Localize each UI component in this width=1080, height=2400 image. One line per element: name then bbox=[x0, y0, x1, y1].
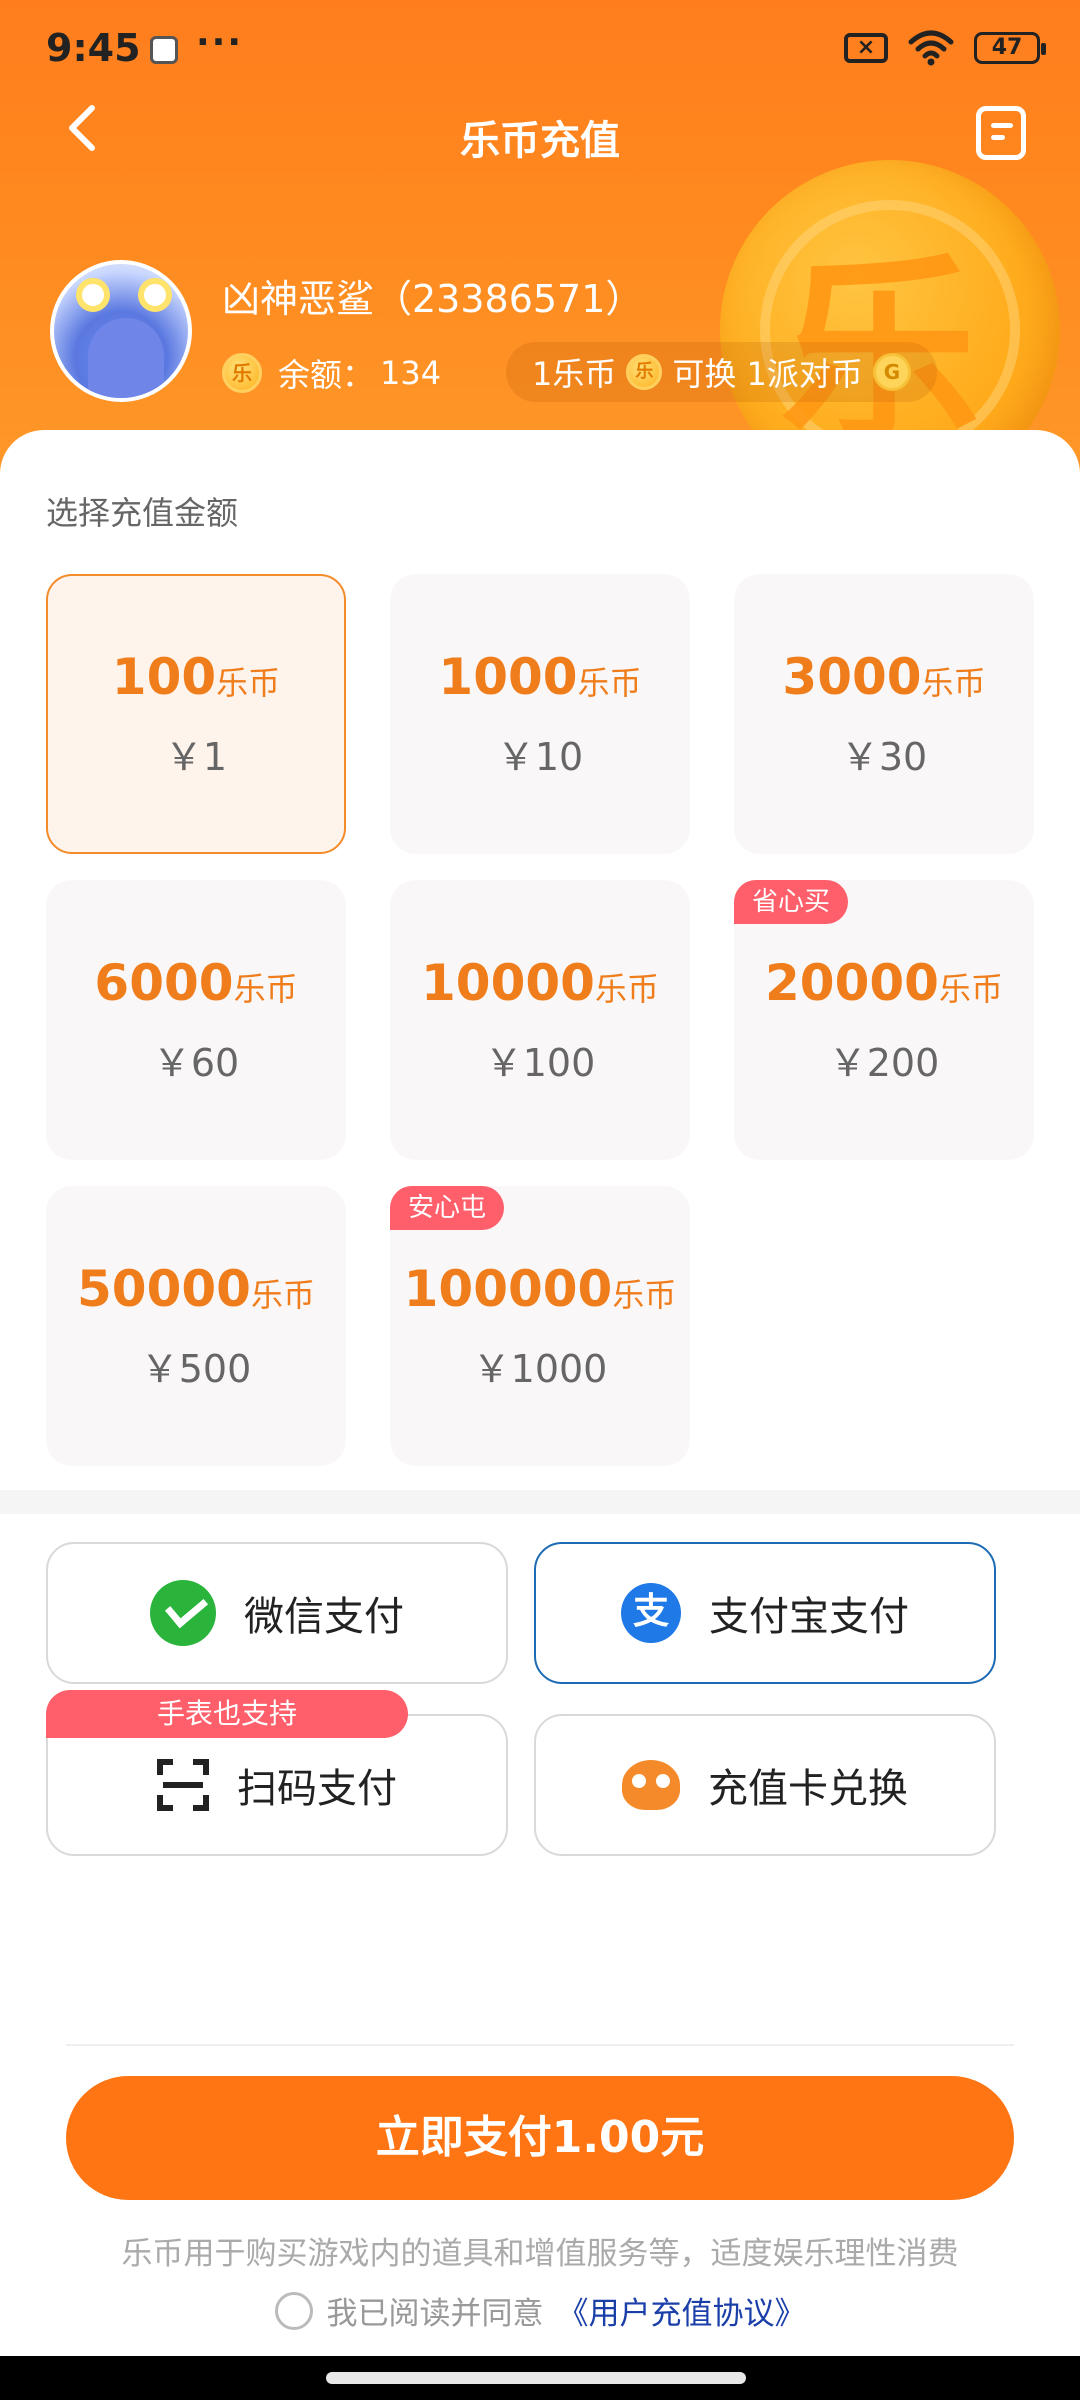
coin-amount: 10000 bbox=[421, 953, 595, 1012]
coin-unit: 乐币 bbox=[577, 663, 642, 702]
balance-row: 乐 余额： 134 bbox=[222, 350, 441, 396]
status-time: 9:45 bbox=[46, 26, 141, 70]
scan-code-icon bbox=[157, 1759, 209, 1811]
coin-unit: 乐币 bbox=[938, 969, 1003, 1008]
promo-tag: 安心屯 bbox=[390, 1186, 505, 1230]
le-coin-icon: 乐 bbox=[626, 354, 663, 390]
agreement-row: 我已阅读并同意 《用户充值协议》 bbox=[0, 2288, 1080, 2333]
coin-amount: 6000 bbox=[94, 953, 234, 1012]
wechat-icon bbox=[150, 1580, 216, 1646]
wifi-icon bbox=[908, 30, 954, 66]
amount-option[interactable]: 6000乐币 ￥60 bbox=[46, 880, 346, 1160]
amount-option[interactable]: 1000乐币 ￥10 bbox=[390, 574, 690, 854]
alipay-label: 支付宝支付 bbox=[709, 1594, 909, 1640]
amount-coins: 20000乐币 bbox=[765, 954, 1003, 1012]
coin-unit: 乐币 bbox=[250, 1275, 315, 1314]
mascot-icon bbox=[622, 1760, 680, 1810]
order-list-icon[interactable] bbox=[976, 106, 1026, 160]
amount-price: ￥30 bbox=[840, 734, 928, 779]
amount-coins: 6000乐币 bbox=[94, 954, 297, 1012]
amount-option[interactable]: 安心屯 100000乐币 ￥1000 bbox=[390, 1186, 690, 1466]
battery-icon: 47 bbox=[974, 32, 1046, 64]
watch-support-tag: 手表也支持 bbox=[46, 1690, 408, 1738]
amount-option[interactable]: 3000乐币 ￥30 bbox=[734, 574, 1034, 854]
avatar[interactable] bbox=[50, 260, 192, 402]
more-notifications-icon: ··· bbox=[196, 22, 244, 63]
balance-value: 134 bbox=[380, 354, 442, 392]
exchange-rate-pill: 1乐币 乐 可换 1派对币 G bbox=[506, 342, 937, 402]
coin-unit: 乐币 bbox=[216, 663, 281, 702]
coin-unit: 乐币 bbox=[233, 969, 298, 1008]
recharge-card-button[interactable]: 充值卡兑换 bbox=[534, 1714, 996, 1856]
coin-unit: 乐币 bbox=[612, 1275, 677, 1314]
amount-price: ￥10 bbox=[496, 734, 584, 779]
alipay-button[interactable]: 支 支付宝支付 bbox=[534, 1542, 996, 1684]
amount-option[interactable]: 100乐币 ￥1 bbox=[46, 574, 346, 854]
section-divider bbox=[0, 1490, 1080, 1514]
pay-now-button[interactable]: 立即支付1.00元 bbox=[66, 2076, 1014, 2200]
amount-coins: 3000乐币 bbox=[782, 648, 985, 706]
amount-option[interactable]: 50000乐币 ￥500 bbox=[46, 1186, 346, 1466]
coin-amount: 20000 bbox=[765, 953, 939, 1012]
wechat-pay-button[interactable]: 微信支付 bbox=[46, 1542, 508, 1684]
consumption-notice: 乐币用于购买游戏内的道具和增值服务等，适度娱乐理性消费 bbox=[121, 2236, 959, 2272]
page-title: 乐币充值 bbox=[460, 118, 620, 164]
footer-divider bbox=[66, 2044, 1014, 2046]
coin-amount: 100 bbox=[111, 647, 217, 706]
agree-text: 我已阅读并同意 bbox=[326, 2296, 544, 2332]
alipay-icon: 支 bbox=[621, 1583, 681, 1643]
agree-checkbox[interactable] bbox=[274, 2291, 313, 2330]
user-agreement-link[interactable]: 《用户充值协议》 bbox=[558, 2288, 806, 2333]
amount-option[interactable]: 10000乐币 ￥100 bbox=[390, 880, 690, 1160]
status-bar: 9:45 ··· × 47 bbox=[0, 0, 1080, 100]
amount-section-title: 选择充值金额 bbox=[46, 494, 239, 532]
exchange-prefix: 1乐币 bbox=[532, 355, 617, 393]
amount-price: ￥200 bbox=[828, 1040, 940, 1085]
coin-amount: 50000 bbox=[77, 1259, 251, 1318]
user-name: 凶神恶鲨（23386571） bbox=[222, 277, 644, 321]
recharge-card-label: 充值卡兑换 bbox=[708, 1766, 908, 1812]
coin-unit: 乐币 bbox=[921, 663, 986, 702]
amount-price: ￥500 bbox=[140, 1346, 252, 1391]
notification-app-icon bbox=[150, 36, 178, 64]
amount-price: ￥1 bbox=[164, 734, 228, 779]
balance-label: 余额： bbox=[278, 356, 375, 394]
party-coin-icon: G bbox=[872, 353, 911, 391]
amount-price: ￥100 bbox=[484, 1040, 596, 1085]
amount-coins: 1000乐币 bbox=[438, 648, 641, 706]
scan-pay-label: 扫码支付 bbox=[237, 1766, 397, 1812]
coin-amount: 3000 bbox=[782, 647, 922, 706]
home-indicator bbox=[0, 2356, 1080, 2400]
wechat-pay-label: 微信支付 bbox=[244, 1594, 404, 1640]
coin-amount: 100000 bbox=[403, 1259, 613, 1318]
le-coin-icon: 乐 bbox=[222, 353, 262, 393]
recharge-panel: 选择充值金额 100乐币 ￥1 1000乐币 ￥10 3000乐币 ￥30 6000乐币 ￥6… bbox=[0, 430, 1080, 1490]
amount-coins: 100000乐币 bbox=[404, 1260, 677, 1318]
promo-tag: 省心买 bbox=[734, 880, 849, 924]
coin-unit: 乐币 bbox=[594, 969, 659, 1008]
coin-amount: 1000 bbox=[438, 647, 578, 706]
amount-coins: 10000乐币 bbox=[421, 954, 659, 1012]
amount-option[interactable]: 省心买 20000乐币 ￥200 bbox=[734, 880, 1034, 1160]
exchange-suffix: 可换 1派对币 bbox=[672, 355, 863, 393]
amount-price: ￥1000 bbox=[472, 1346, 608, 1391]
amount-coins: 100乐币 bbox=[112, 648, 280, 706]
sim-disabled-icon: × bbox=[844, 33, 888, 63]
amount-price: ￥60 bbox=[152, 1040, 240, 1085]
amount-coins: 50000乐币 bbox=[77, 1260, 315, 1318]
